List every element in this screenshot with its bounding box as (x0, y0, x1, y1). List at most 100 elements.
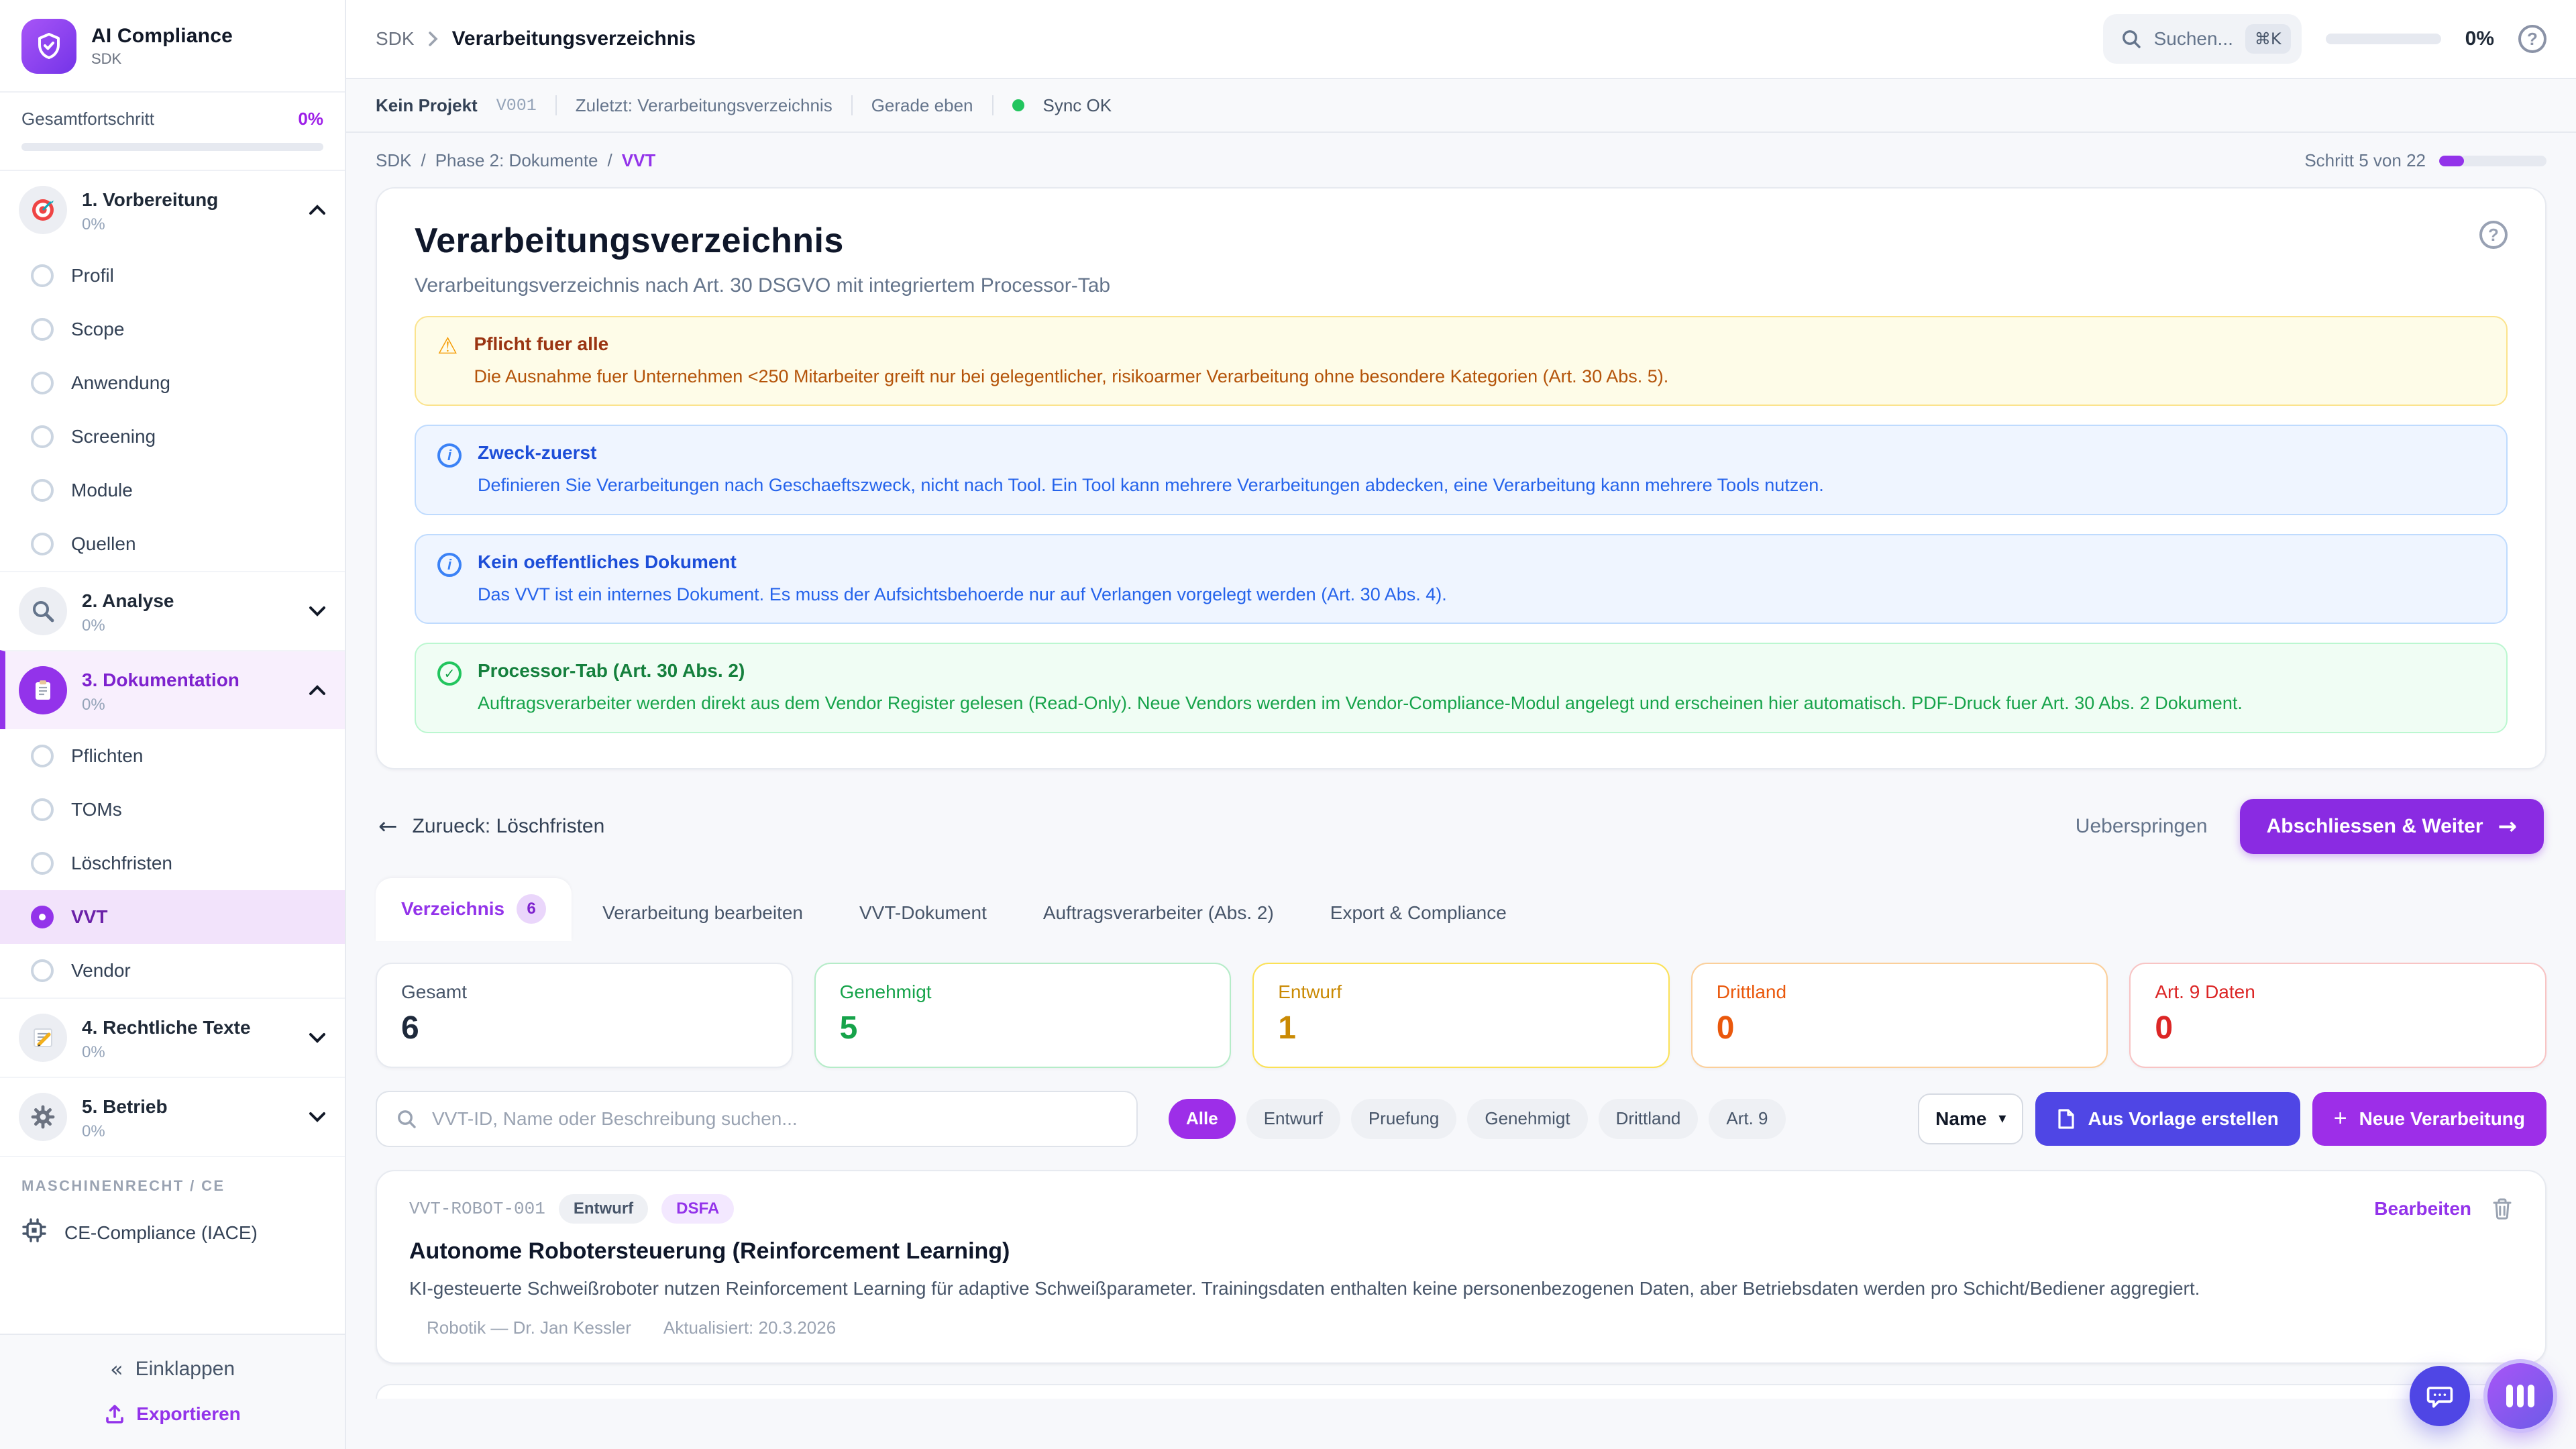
alert-title: Kein oeffentliches Dokument (478, 551, 1447, 573)
stat-gesamt: Gesamt 6 (376, 963, 793, 1068)
radio-icon (31, 533, 54, 555)
sidebar-item-loeschfristen[interactable]: Löschfristen (0, 837, 345, 890)
alert-body: Auftragsverarbeiter werden direkt aus de… (478, 691, 2243, 715)
sidebar-footer: « Einklappen Exportieren (0, 1334, 345, 1449)
arrow-left-icon: ← (378, 815, 398, 838)
alert-body: Das VVT ist ein internes Dokument. Es mu… (478, 582, 1447, 606)
stat-label: Entwurf (1278, 981, 1644, 1003)
help-icon[interactable]: ? (2518, 25, 2546, 53)
stat-value: 5 (840, 1010, 1206, 1046)
complete-next-button[interactable]: Abschliessen & Weiter → (2240, 799, 2544, 854)
sidebar-section-vorbereitung[interactable]: 1. Vorbereitung 0% (0, 171, 345, 249)
status-badge: Entwurf (559, 1194, 648, 1224)
sidebar-section-rechtliche-texte[interactable]: 4. Rechtliche Texte 0% (0, 998, 345, 1077)
document-icon (2057, 1108, 2076, 1130)
radio-icon (31, 318, 54, 341)
global-search-button[interactable]: Suchen... ⌘K (2103, 14, 2302, 64)
sidebar-item-quellen[interactable]: Quellen (0, 517, 345, 571)
new-record-button[interactable]: + Neue Verarbeitung (2312, 1092, 2546, 1146)
board-view-button[interactable] (2487, 1363, 2553, 1429)
radio-selected-icon (31, 906, 54, 928)
radio-icon (31, 745, 54, 767)
tab-export-compliance[interactable]: Export & Compliance (1305, 886, 1532, 941)
tab-auftragsverarbeiter[interactable]: Auftragsverarbeiter (Abs. 2) (1018, 886, 1299, 941)
sidebar-item-ce-compliance[interactable]: CE-Compliance (IACE) (0, 1204, 345, 1264)
chevron-down-icon (309, 1032, 326, 1043)
chip-art9[interactable]: Art. 9 (1709, 1099, 1785, 1139)
back-button[interactable]: ← Zurueck: Löschfristen (378, 815, 604, 838)
sidebar-item-vvt[interactable]: VVT (0, 890, 345, 944)
chip-drittland[interactable]: Drittland (1599, 1099, 1699, 1139)
overall-progress: Gesamtfortschritt 0% (0, 91, 345, 170)
gear-icon (19, 1093, 67, 1141)
chip-pruefung[interactable]: Pruefung (1351, 1099, 1457, 1139)
record-search-field[interactable] (376, 1091, 1138, 1147)
stat-label: Drittland (1717, 981, 2083, 1003)
edit-record-link[interactable]: Bearbeiten (2374, 1198, 2471, 1220)
stat-cards: Gesamt 6 Genehmigt 5 Entwurf 1 Drittland… (376, 963, 2546, 1068)
search-placeholder: Suchen... (2154, 28, 2233, 50)
chevron-up-icon (309, 685, 326, 696)
sidebar-item-vendor[interactable]: Vendor (0, 944, 345, 998)
record-header: VVT-ROBOT-001 Entwurf DSFA Bearbeiten (409, 1194, 2513, 1224)
breadcrumb-root[interactable]: SDK (376, 28, 415, 50)
sidebar-item-module[interactable]: Module (0, 464, 345, 517)
sidebar-item-anwendung[interactable]: Anwendung (0, 356, 345, 410)
stat-entwurf: Entwurf 1 (1252, 963, 1670, 1068)
sort-select[interactable]: Name ▾ (1918, 1093, 2023, 1144)
search-icon (2121, 28, 2142, 50)
page-subtitle: Verarbeitungsverzeichnis nach Art. 30 DS… (415, 274, 2508, 297)
divider (992, 95, 994, 115)
sidebar-item-label: Vendor (71, 960, 131, 981)
sidebar-item-label: Quellen (71, 533, 136, 555)
tab-verzeichnis[interactable]: Verzeichnis 6 (376, 878, 572, 941)
upload-icon (104, 1403, 125, 1425)
radio-icon (31, 264, 54, 287)
topbar: SDK Verarbeitungsverzeichnis Suchen... ⌘… (346, 0, 2576, 79)
chevron-right-icon (428, 31, 439, 47)
tab-vvt-dokument[interactable]: VVT-Dokument (834, 886, 1012, 941)
stat-label: Genehmigt (840, 981, 1206, 1003)
help-icon[interactable]: ? (2479, 221, 2508, 249)
create-from-template-button[interactable]: Aus Vorlage erstellen (2035, 1092, 2300, 1146)
sidebar-item-scope[interactable]: Scope (0, 303, 345, 356)
record-card-partial (376, 1384, 2546, 1399)
record-search-input[interactable] (432, 1108, 1118, 1130)
app-subtitle: SDK (91, 50, 233, 68)
project-statusbar: Kein Projekt V001 Zuletzt: Verarbeitungs… (346, 79, 2576, 133)
sidebar-section-dokumentation[interactable]: 3. Dokumentation 0% (0, 650, 345, 729)
dsfa-badge: DSFA (661, 1194, 734, 1224)
trash-icon[interactable] (2491, 1197, 2513, 1221)
sidebar-item-profil[interactable]: Profil (0, 249, 345, 303)
record-owner: Robotik — Dr. Jan Kessler (427, 1318, 631, 1338)
export-button[interactable]: Exportieren (104, 1403, 241, 1425)
chat-assistant-button[interactable] (2410, 1366, 2470, 1426)
sidebar-item-label: Screening (71, 426, 156, 447)
tab-label: Verarbeitung bearbeiten (602, 902, 803, 924)
app-title: AI Compliance (91, 25, 233, 48)
alert-title: Processor-Tab (Art. 30 Abs. 2) (478, 660, 2243, 682)
chip-entwurf[interactable]: Entwurf (1246, 1099, 1340, 1139)
tab-verarbeitung-bearbeiten[interactable]: Verarbeitung bearbeiten (577, 886, 828, 941)
sidebar-item-label: Module (71, 480, 133, 501)
stat-value: 0 (1717, 1010, 2083, 1046)
sidebar-item-screening[interactable]: Screening (0, 410, 345, 464)
section-pct: 0% (82, 1043, 251, 1062)
sidebar-item-pflichten[interactable]: Pflichten (0, 729, 345, 783)
chip-genehmigt[interactable]: Genehmigt (1467, 1099, 1587, 1139)
alert-info: i Kein oeffentliches Dokument Das VVT is… (415, 534, 2508, 624)
breadcrumb-sdk[interactable]: SDK (376, 150, 411, 171)
record-card: VVT-ROBOT-001 Entwurf DSFA Bearbeiten Au… (376, 1170, 2546, 1364)
wizard-nav-row: ← Zurueck: Löschfristen Ueberspringen Ab… (378, 799, 2544, 854)
collapse-sidebar-button[interactable]: « Einklappen (110, 1356, 235, 1382)
tab-bar: Verzeichnis 6 Verarbeitung bearbeiten VV… (376, 878, 2546, 941)
breadcrumb-phase[interactable]: Phase 2: Dokumente (435, 150, 598, 171)
sidebar-section-analyse[interactable]: 2. Analyse 0% (0, 571, 345, 650)
sidebar-section-betrieb[interactable]: 5. Betrieb 0% (0, 1077, 345, 1156)
sync-status-dot (1012, 99, 1024, 111)
chip-alle[interactable]: Alle (1169, 1099, 1236, 1139)
sidebar-item-label: Scope (71, 319, 124, 340)
sort-value: Name (1935, 1108, 1986, 1130)
skip-button[interactable]: Ueberspringen (2076, 815, 2208, 838)
sidebar-item-toms[interactable]: TOMs (0, 783, 345, 837)
